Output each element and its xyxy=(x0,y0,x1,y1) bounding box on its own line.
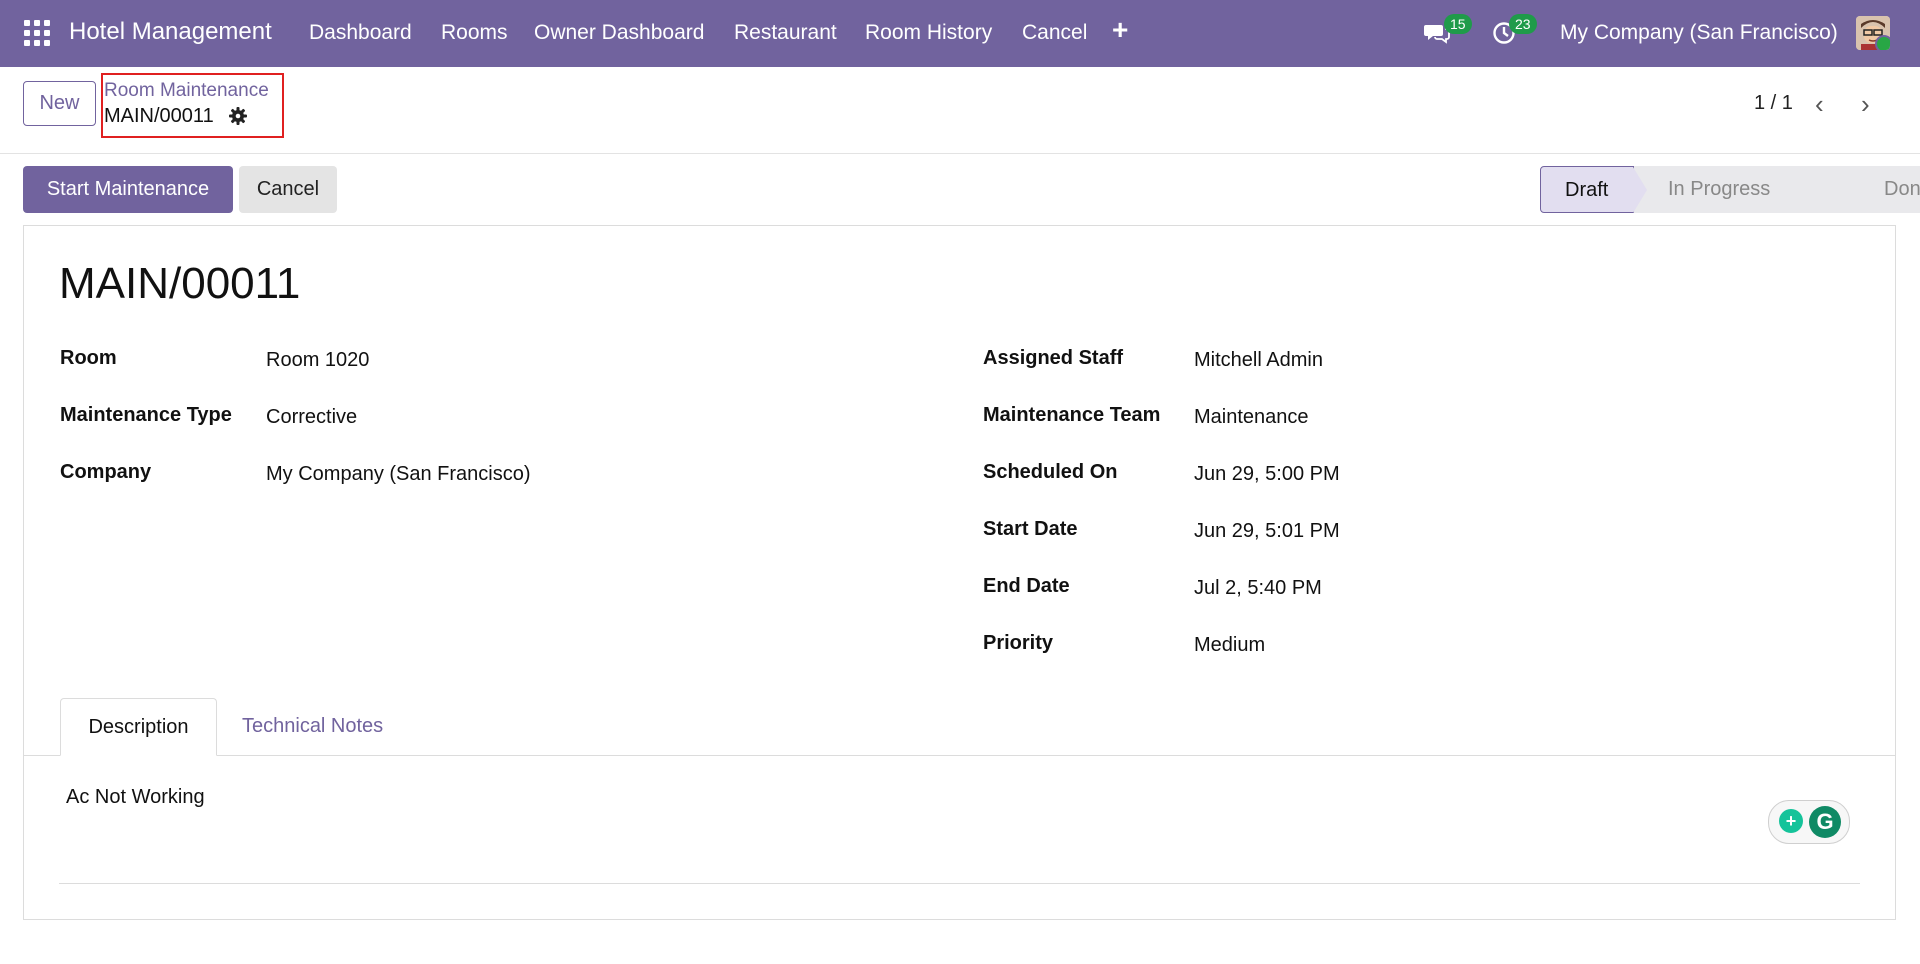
field-label-scheduled-on: Scheduled On xyxy=(983,461,1118,483)
nav-dashboard[interactable]: Dashboard xyxy=(309,21,412,45)
field-label-priority: Priority xyxy=(983,632,1054,654)
plus-icon[interactable]: + xyxy=(1112,14,1128,46)
pager-value[interactable]: 1 / 1 xyxy=(1754,92,1793,115)
form-sheet xyxy=(23,225,1896,920)
cancel-button[interactable]: Cancel xyxy=(239,166,337,213)
field-label-assigned-staff: Assigned Staff xyxy=(983,347,1124,369)
grammarly-logo-icon[interactable]: G xyxy=(1809,806,1841,838)
field-label-start-date: Start Date xyxy=(983,518,1078,540)
online-status-dot xyxy=(1875,35,1890,50)
app-grid-icon[interactable] xyxy=(24,20,50,46)
chevron-left-icon[interactable]: ‹ xyxy=(1815,89,1824,120)
tab-description[interactable]: Description xyxy=(60,698,217,756)
field-value-scheduled-on[interactable]: Jun 29, 5:00 PM xyxy=(1194,463,1340,486)
notebook-tabs: Description Technical Notes xyxy=(24,698,1895,756)
lightbulb-icon[interactable]: + xyxy=(1779,809,1803,833)
nav-restaurant[interactable]: Restaurant xyxy=(734,21,837,45)
field-label-room: Room xyxy=(60,347,117,369)
user-avatar[interactable] xyxy=(1856,16,1890,50)
field-value-company[interactable]: My Company (San Francisco) xyxy=(266,463,531,486)
app-brand[interactable]: Hotel Management xyxy=(69,18,272,46)
field-value-start-date[interactable]: Jun 29, 5:01 PM xyxy=(1194,520,1340,543)
company-switcher[interactable]: My Company (San Francisco) xyxy=(1560,21,1838,45)
field-value-room[interactable]: Room 1020 xyxy=(266,349,369,372)
nav-room-history[interactable]: Room History xyxy=(865,21,992,45)
nav-owner-dashboard[interactable]: Owner Dashboard xyxy=(534,21,704,45)
control-panel: New Room Maintenance MAIN/00011 1 / 1 ‹ … xyxy=(0,67,1920,154)
gear-icon[interactable] xyxy=(228,106,248,126)
breadcrumb-parent-link[interactable]: Room Maintenance xyxy=(104,80,269,102)
field-value-end-date[interactable]: Jul 2, 5:40 PM xyxy=(1194,577,1322,600)
field-label-maintenance-type: Maintenance Type xyxy=(60,404,232,426)
new-button[interactable]: New xyxy=(23,81,96,126)
field-label-company: Company xyxy=(60,461,152,483)
grammarly-widget[interactable]: + G xyxy=(1768,800,1850,844)
field-label-maintenance-team: Maintenance Team xyxy=(983,404,1161,426)
field-value-maintenance-type[interactable]: Corrective xyxy=(266,406,357,429)
description-divider xyxy=(59,883,1860,884)
start-maintenance-button[interactable]: Start Maintenance xyxy=(23,166,233,213)
breadcrumb-current: MAIN/00011 xyxy=(104,105,214,127)
description-field[interactable]: Ac Not Working xyxy=(66,786,205,809)
top-navbar: Hotel Management Dashboard Rooms Owner D… xyxy=(0,0,1920,67)
stage-draft[interactable]: Draft xyxy=(1540,166,1647,213)
field-label-end-date: End Date xyxy=(983,575,1070,597)
field-value-assigned-staff[interactable]: Mitchell Admin xyxy=(1194,349,1323,372)
nav-cancel[interactable]: Cancel xyxy=(1022,21,1087,45)
nav-rooms[interactable]: Rooms xyxy=(441,21,508,45)
chevron-right-icon[interactable]: › xyxy=(1861,89,1870,120)
field-value-maintenance-team[interactable]: Maintenance xyxy=(1194,406,1309,429)
record-title[interactable]: MAIN/00011 xyxy=(59,259,300,309)
stage-in-progress[interactable]: In Progress xyxy=(1634,166,1864,213)
status-bar: Draft In Progress Done xyxy=(1540,166,1920,213)
tab-technical-notes[interactable]: Technical Notes xyxy=(242,698,383,755)
activities-badge: 23 xyxy=(1509,14,1537,34)
field-value-priority[interactable]: Medium xyxy=(1194,634,1265,657)
messages-badge: 15 xyxy=(1444,14,1472,34)
